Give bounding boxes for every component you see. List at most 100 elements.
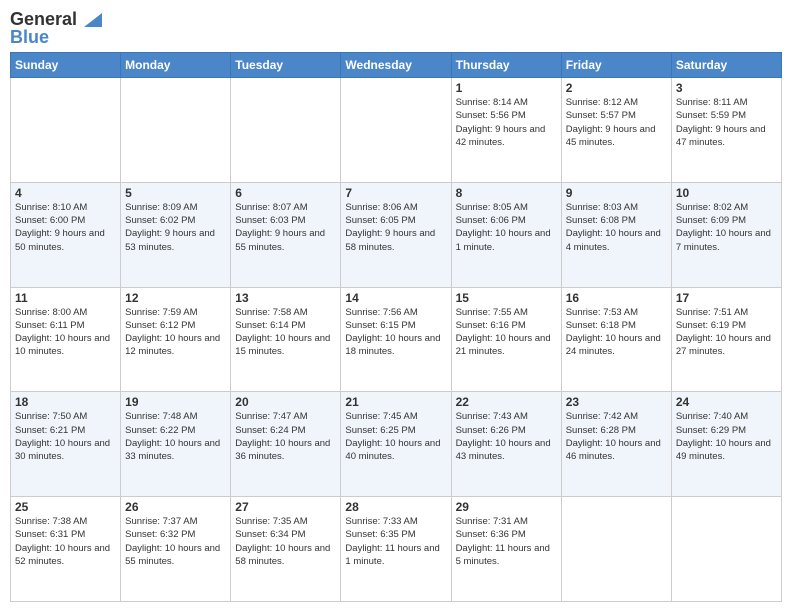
calendar-cell: 15Sunrise: 7:55 AM Sunset: 6:16 PM Dayli… — [451, 287, 561, 392]
day-number: 20 — [235, 395, 336, 409]
calendar-cell: 1Sunrise: 8:14 AM Sunset: 5:56 PM Daylig… — [451, 78, 561, 183]
day-info: Sunrise: 7:56 AM Sunset: 6:15 PM Dayligh… — [345, 306, 446, 359]
calendar-cell: 28Sunrise: 7:33 AM Sunset: 6:35 PM Dayli… — [341, 497, 451, 602]
calendar-header-friday: Friday — [561, 53, 671, 78]
calendar-cell: 10Sunrise: 8:02 AM Sunset: 6:09 PM Dayli… — [671, 182, 781, 287]
calendar-week-row: 25Sunrise: 7:38 AM Sunset: 6:31 PM Dayli… — [11, 497, 782, 602]
day-number: 11 — [15, 291, 116, 305]
calendar-cell — [121, 78, 231, 183]
calendar-cell: 21Sunrise: 7:45 AM Sunset: 6:25 PM Dayli… — [341, 392, 451, 497]
calendar-week-row: 4Sunrise: 8:10 AM Sunset: 6:00 PM Daylig… — [11, 182, 782, 287]
day-info: Sunrise: 8:12 AM Sunset: 5:57 PM Dayligh… — [566, 96, 667, 149]
calendar-cell: 26Sunrise: 7:37 AM Sunset: 6:32 PM Dayli… — [121, 497, 231, 602]
calendar-header-thursday: Thursday — [451, 53, 561, 78]
day-info: Sunrise: 8:10 AM Sunset: 6:00 PM Dayligh… — [15, 201, 116, 254]
day-info: Sunrise: 7:37 AM Sunset: 6:32 PM Dayligh… — [125, 515, 226, 568]
calendar-cell — [341, 78, 451, 183]
calendar-cell: 17Sunrise: 7:51 AM Sunset: 6:19 PM Dayli… — [671, 287, 781, 392]
day-info: Sunrise: 7:35 AM Sunset: 6:34 PM Dayligh… — [235, 515, 336, 568]
calendar-week-row: 11Sunrise: 8:00 AM Sunset: 6:11 PM Dayli… — [11, 287, 782, 392]
day-number: 13 — [235, 291, 336, 305]
calendar-header-saturday: Saturday — [671, 53, 781, 78]
calendar-cell: 16Sunrise: 7:53 AM Sunset: 6:18 PM Dayli… — [561, 287, 671, 392]
calendar-cell — [561, 497, 671, 602]
day-number: 26 — [125, 500, 226, 514]
day-info: Sunrise: 7:42 AM Sunset: 6:28 PM Dayligh… — [566, 410, 667, 463]
day-number: 7 — [345, 186, 446, 200]
day-info: Sunrise: 7:43 AM Sunset: 6:26 PM Dayligh… — [456, 410, 557, 463]
page: General Blue SundayMondayTuesdayWednesda… — [0, 0, 792, 612]
calendar-cell: 11Sunrise: 8:00 AM Sunset: 6:11 PM Dayli… — [11, 287, 121, 392]
day-info: Sunrise: 8:00 AM Sunset: 6:11 PM Dayligh… — [15, 306, 116, 359]
header: General Blue — [10, 10, 782, 46]
day-number: 3 — [676, 81, 777, 95]
calendar-cell: 3Sunrise: 8:11 AM Sunset: 5:59 PM Daylig… — [671, 78, 781, 183]
calendar-cell — [11, 78, 121, 183]
day-number: 22 — [456, 395, 557, 409]
day-number: 23 — [566, 395, 667, 409]
calendar-cell — [231, 78, 341, 183]
calendar-header-wednesday: Wednesday — [341, 53, 451, 78]
calendar-cell: 25Sunrise: 7:38 AM Sunset: 6:31 PM Dayli… — [11, 497, 121, 602]
calendar-cell: 24Sunrise: 7:40 AM Sunset: 6:29 PM Dayli… — [671, 392, 781, 497]
day-number: 8 — [456, 186, 557, 200]
day-info: Sunrise: 8:02 AM Sunset: 6:09 PM Dayligh… — [676, 201, 777, 254]
calendar-cell: 6Sunrise: 8:07 AM Sunset: 6:03 PM Daylig… — [231, 182, 341, 287]
day-number: 19 — [125, 395, 226, 409]
day-number: 25 — [15, 500, 116, 514]
day-info: Sunrise: 7:47 AM Sunset: 6:24 PM Dayligh… — [235, 410, 336, 463]
day-info: Sunrise: 7:51 AM Sunset: 6:19 PM Dayligh… — [676, 306, 777, 359]
day-number: 28 — [345, 500, 446, 514]
calendar-cell: 19Sunrise: 7:48 AM Sunset: 6:22 PM Dayli… — [121, 392, 231, 497]
calendar-cell: 22Sunrise: 7:43 AM Sunset: 6:26 PM Dayli… — [451, 392, 561, 497]
day-number: 15 — [456, 291, 557, 305]
day-info: Sunrise: 8:03 AM Sunset: 6:08 PM Dayligh… — [566, 201, 667, 254]
day-info: Sunrise: 8:05 AM Sunset: 6:06 PM Dayligh… — [456, 201, 557, 254]
day-info: Sunrise: 8:06 AM Sunset: 6:05 PM Dayligh… — [345, 201, 446, 254]
day-info: Sunrise: 7:40 AM Sunset: 6:29 PM Dayligh… — [676, 410, 777, 463]
day-info: Sunrise: 7:50 AM Sunset: 6:21 PM Dayligh… — [15, 410, 116, 463]
calendar-cell: 14Sunrise: 7:56 AM Sunset: 6:15 PM Dayli… — [341, 287, 451, 392]
calendar-cell: 9Sunrise: 8:03 AM Sunset: 6:08 PM Daylig… — [561, 182, 671, 287]
calendar-header-sunday: Sunday — [11, 53, 121, 78]
calendar-cell: 7Sunrise: 8:06 AM Sunset: 6:05 PM Daylig… — [341, 182, 451, 287]
day-number: 1 — [456, 81, 557, 95]
day-info: Sunrise: 7:58 AM Sunset: 6:14 PM Dayligh… — [235, 306, 336, 359]
day-number: 12 — [125, 291, 226, 305]
day-info: Sunrise: 8:07 AM Sunset: 6:03 PM Dayligh… — [235, 201, 336, 254]
day-number: 27 — [235, 500, 336, 514]
day-number: 2 — [566, 81, 667, 95]
day-number: 14 — [345, 291, 446, 305]
day-info: Sunrise: 7:45 AM Sunset: 6:25 PM Dayligh… — [345, 410, 446, 463]
day-number: 16 — [566, 291, 667, 305]
day-info: Sunrise: 7:48 AM Sunset: 6:22 PM Dayligh… — [125, 410, 226, 463]
calendar-week-row: 18Sunrise: 7:50 AM Sunset: 6:21 PM Dayli… — [11, 392, 782, 497]
logo: General Blue — [10, 10, 102, 46]
calendar-cell: 18Sunrise: 7:50 AM Sunset: 6:21 PM Dayli… — [11, 392, 121, 497]
day-number: 9 — [566, 186, 667, 200]
day-info: Sunrise: 7:31 AM Sunset: 6:36 PM Dayligh… — [456, 515, 557, 568]
day-info: Sunrise: 7:55 AM Sunset: 6:16 PM Dayligh… — [456, 306, 557, 359]
day-number: 10 — [676, 186, 777, 200]
calendar-cell: 27Sunrise: 7:35 AM Sunset: 6:34 PM Dayli… — [231, 497, 341, 602]
day-number: 6 — [235, 186, 336, 200]
calendar-header-monday: Monday — [121, 53, 231, 78]
calendar-cell: 13Sunrise: 7:58 AM Sunset: 6:14 PM Dayli… — [231, 287, 341, 392]
calendar-cell: 2Sunrise: 8:12 AM Sunset: 5:57 PM Daylig… — [561, 78, 671, 183]
day-info: Sunrise: 7:38 AM Sunset: 6:31 PM Dayligh… — [15, 515, 116, 568]
day-info: Sunrise: 7:53 AM Sunset: 6:18 PM Dayligh… — [566, 306, 667, 359]
day-info: Sunrise: 7:33 AM Sunset: 6:35 PM Dayligh… — [345, 515, 446, 568]
day-info: Sunrise: 8:09 AM Sunset: 6:02 PM Dayligh… — [125, 201, 226, 254]
calendar-cell: 5Sunrise: 8:09 AM Sunset: 6:02 PM Daylig… — [121, 182, 231, 287]
calendar-table: SundayMondayTuesdayWednesdayThursdayFrid… — [10, 52, 782, 602]
day-number: 17 — [676, 291, 777, 305]
day-info: Sunrise: 7:59 AM Sunset: 6:12 PM Dayligh… — [125, 306, 226, 359]
calendar-header-tuesday: Tuesday — [231, 53, 341, 78]
day-number: 24 — [676, 395, 777, 409]
day-number: 29 — [456, 500, 557, 514]
day-info: Sunrise: 8:11 AM Sunset: 5:59 PM Dayligh… — [676, 96, 777, 149]
calendar-cell: 8Sunrise: 8:05 AM Sunset: 6:06 PM Daylig… — [451, 182, 561, 287]
calendar-cell — [671, 497, 781, 602]
calendar-cell: 4Sunrise: 8:10 AM Sunset: 6:00 PM Daylig… — [11, 182, 121, 287]
logo-triangle-icon — [84, 13, 102, 27]
